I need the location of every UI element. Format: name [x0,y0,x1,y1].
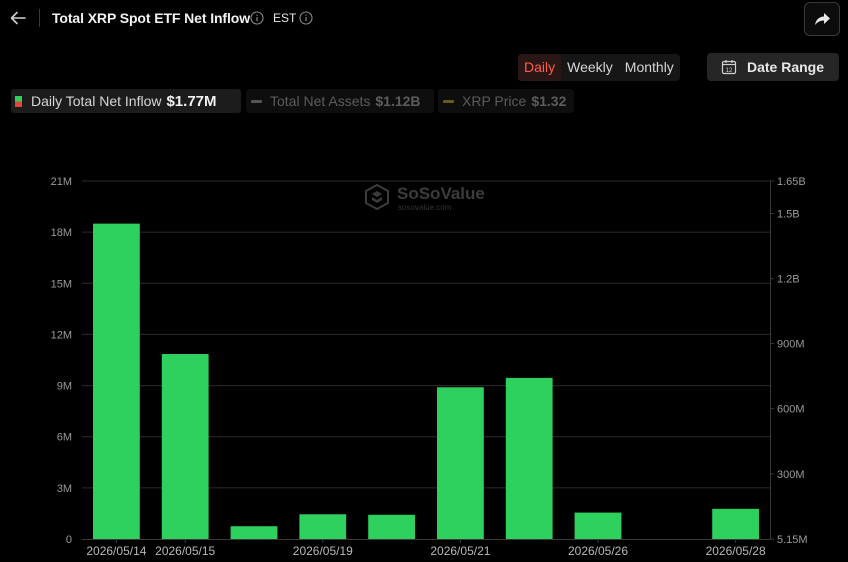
x-tick-label: 2026/05/15 [155,544,215,558]
bar [299,514,347,539]
line-swatch-icon [443,99,454,103]
date-range-button[interactable]: 12 Date Range [707,53,839,81]
bar [230,526,278,539]
tab-weekly[interactable]: Weekly [561,54,619,81]
bar [505,377,553,539]
legend-value: $1.77M [166,92,217,110]
y-tick-label: 6M [57,432,72,444]
y-tick-label: 18M [51,227,72,239]
bar [93,223,140,539]
legend-value: $1.12B [375,93,421,109]
legend-item-xrp-price[interactable]: XRP Price $1.32 [438,89,574,113]
period-selector: Daily Weekly Monthly [518,54,680,81]
bar [368,514,415,539]
y-tick-label: 9M [57,381,72,393]
x-tick-label: 2026/05/21 [430,544,490,558]
y-tick-label: 12M [51,329,72,341]
x-tick-label: 2026/05/14 [86,544,146,558]
legend-item-net-inflow[interactable]: Daily Total Net Inflow $1.77M [11,89,241,113]
legend-item-net-assets[interactable]: Total Net Assets $1.12B [246,89,434,113]
calendar-icon: 12 [721,60,737,75]
bar [574,512,622,539]
y2-tick-label: 300M [777,469,805,481]
tab-daily[interactable]: Daily [518,54,562,81]
x-tick-label: 2026/05/26 [568,544,628,558]
y2-tick-label: 5.15M [777,534,808,546]
page-title: Total XRP Spot ETF Net Inflow [52,10,251,26]
y-tick-label: 3M [57,483,72,495]
bar [161,354,209,539]
legend-label: Total Net Assets [270,93,371,109]
legend-label: Daily Total Net Inflow [31,93,162,109]
header-divider [39,9,40,27]
x-tick-label: 2026/05/19 [293,544,353,558]
y2-tick-label: 1.2B [777,274,800,286]
net-inflow-chart: 0 3M 6M 9M 12M 15M 18M 21M 5.15M 300M 600M 900M 1.2B… [51,176,808,558]
y2-tick-label: 600M [777,404,805,416]
bar [437,387,484,539]
y2-tick-label: 1.5B [777,209,800,221]
y-tick-label: 21M [51,176,72,188]
tab-monthly[interactable]: Monthly [619,54,680,81]
date-range-label: Date Range [747,59,825,75]
share-icon [815,13,830,25]
header-bar: Total XRP Spot ETF Net Inflow EST [0,0,848,38]
svg-text:12: 12 [726,68,733,74]
share-button[interactable] [804,2,840,36]
y2-tick-label: 1.65B [777,176,806,188]
timezone-label: EST [273,11,297,25]
inflow-swatch-icon [15,95,22,107]
timezone-info-icon[interactable] [299,11,313,25]
legend-value: $1.32 [531,93,567,109]
x-tick-label: 2026/05/28 [706,544,766,558]
legend-label: XRP Price [462,93,527,109]
y-tick-label: 0 [66,534,72,546]
y2-tick-label: 900M [777,339,805,351]
back-arrow-icon[interactable] [8,8,28,28]
info-icon[interactable] [250,11,264,25]
bar [712,508,759,539]
line-swatch-icon [251,99,262,103]
y-tick-label: 15M [51,278,72,290]
